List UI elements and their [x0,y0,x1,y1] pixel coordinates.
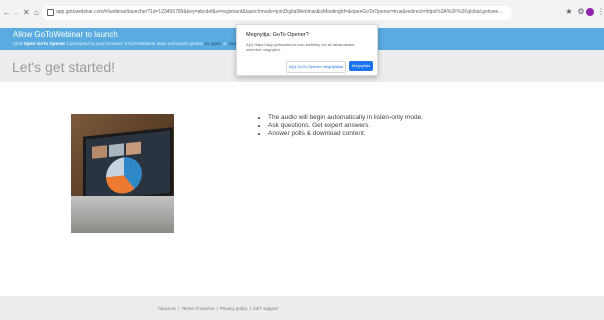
footer-link-support[interactable]: 24/7 support [253,306,278,311]
forward-arrow-icon[interactable]: → [12,7,20,19]
video-tile [126,141,141,156]
profile-avatar[interactable] [586,8,594,16]
footer-separator: | [215,306,219,311]
footer-links: About us | Terms of service | Privacy po… [158,306,279,312]
banner-instructions: Click Open GoTo Opener if prompted by yo… [13,41,247,47]
open-button[interactable]: Megnyitás [349,61,373,71]
laptop-webinar-image [71,114,174,233]
address-bar[interactable]: app.gotowebinar.com/#/webinar/launcher?1… [42,6,512,20]
list-item: The audio will begin automatically in li… [268,114,423,122]
laptop-screen [83,127,173,205]
footer-link-privacy[interactable]: Privacy policy [220,306,248,311]
footer-separator: | [176,306,181,311]
dialog-title: Megnyitja: GoTo Opener? [246,32,309,38]
pie-graphic [106,155,142,196]
banner-sub-prefix: Click [13,41,24,46]
laptop-keyboard [71,196,174,233]
try-again-link[interactable]: try again [204,41,221,46]
menu-icon[interactable]: ⋮ [596,7,604,17]
video-tile [109,143,124,157]
footer-link-terms[interactable]: Terms of service [181,306,214,311]
list-item: Answer polls & download content. [268,130,423,138]
stop-reload-icon[interactable]: ✕ [23,7,30,19]
banner-sub-bold: Open GoTo Opener [24,41,66,46]
banner-sub-middle: if prompted by your browser. If GoToWebi… [65,41,205,46]
dialog-body: A(z) https://app.gotowebinar.com webhely… [246,42,355,52]
url-text[interactable]: app.gotowebinar.com/#/webinar/launcher?1… [56,8,506,17]
lock-icon[interactable] [47,9,54,16]
home-icon[interactable]: ⌂ [34,7,39,19]
footer-separator: | [248,306,253,311]
page-title: Let's get started! [12,59,116,75]
footer-link-about[interactable]: About us [158,306,176,311]
page-footer: About us | Terms of service | Privacy po… [0,296,604,320]
list-item: Ask questions. Get expert answers. [268,122,423,130]
banner-title: Allow GoToWebinar to launch [13,30,118,39]
back-arrow-icon[interactable]: ← [3,7,11,19]
feature-list: The audio will begin automatically in li… [258,114,423,138]
bookmark-star-icon[interactable]: ★ [564,7,574,17]
extension-icon[interactable]: ⚙ [576,7,586,17]
always-open-button[interactable]: A(z) GoTo Opener megnyitása [286,61,346,73]
video-tile [92,145,107,159]
